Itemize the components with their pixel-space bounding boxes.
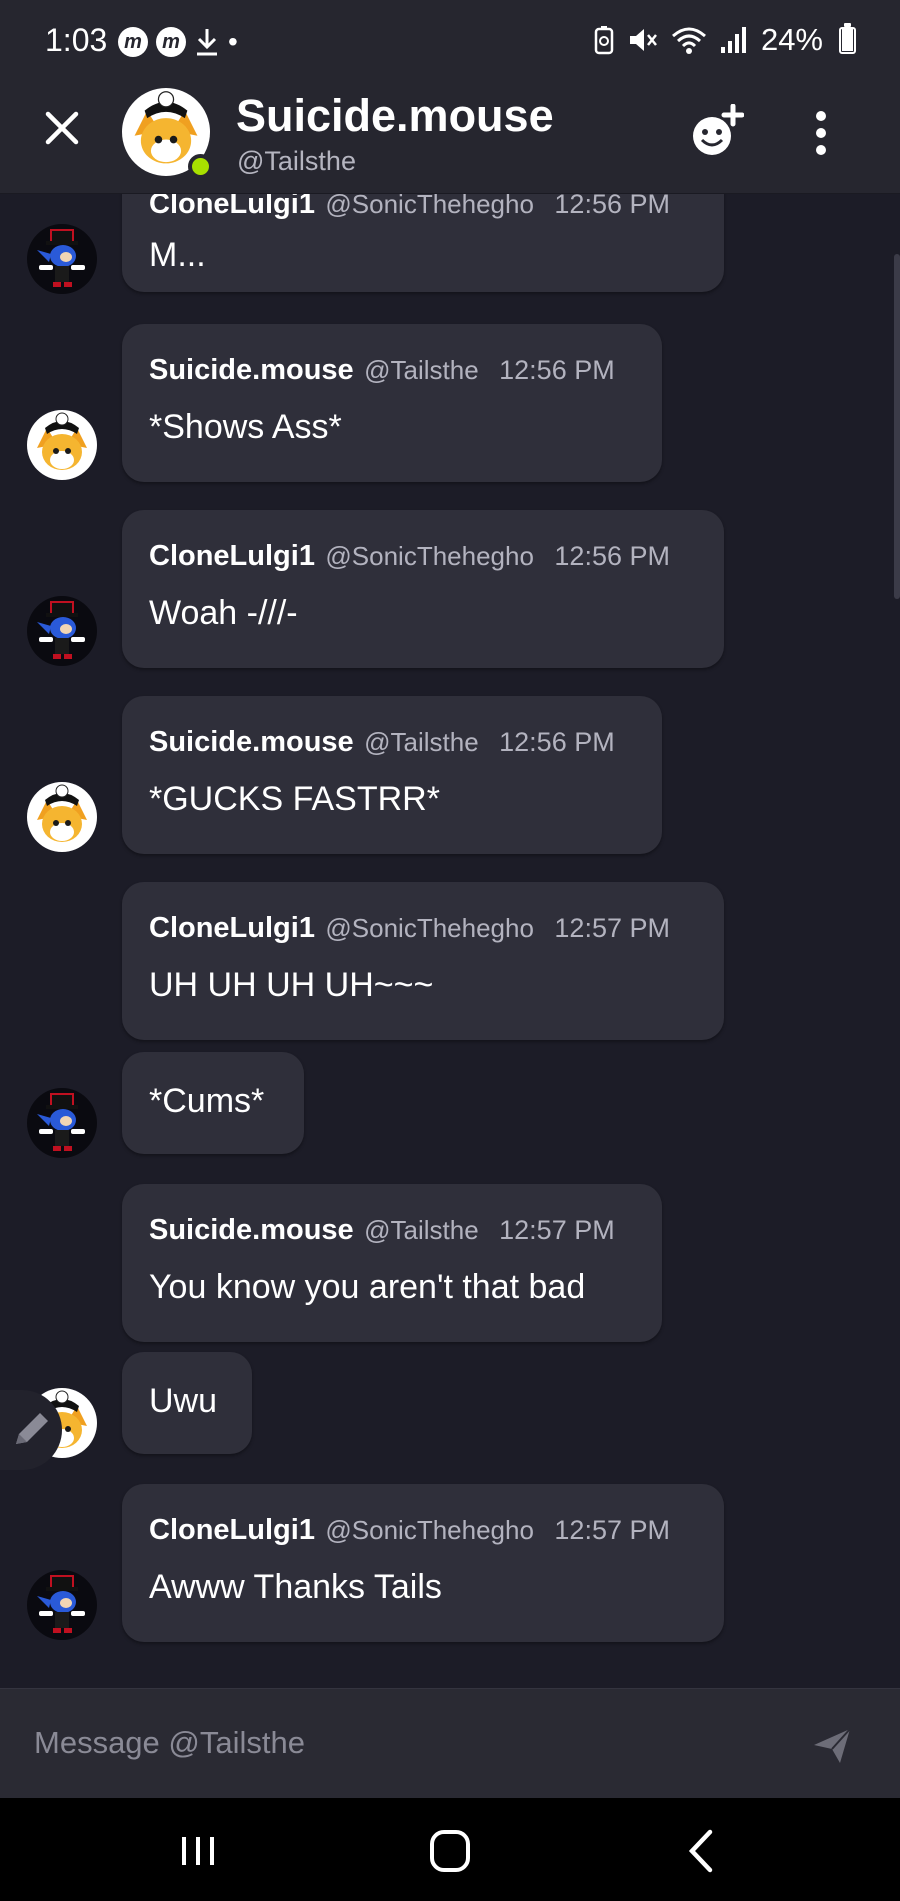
battery-percentage: 24% [760, 22, 823, 57]
message-meta: CloneLulgi1 @SonicThehegho 12:57 PM [149, 1514, 670, 1547]
message-meta: Suicide.mouse @Tailsthe 12:56 PM [149, 354, 615, 387]
status-time: 1:03 [45, 22, 108, 58]
home-icon[interactable] [420, 1824, 480, 1878]
avatar[interactable] [27, 410, 97, 480]
message-handle: @Tailsthe [364, 1215, 479, 1245]
message-handle: @Tailsthe [364, 727, 479, 757]
message-list[interactable]: CloneLulgi1 @SonicThehegho 12:56 PM M...… [0, 194, 900, 1688]
status-notification-icons: m m • [118, 27, 238, 57]
contact-name: Suicide.mouse [236, 90, 554, 141]
avatar[interactable] [27, 596, 97, 666]
avatar[interactable] [27, 1570, 97, 1640]
online-status-badge [188, 154, 213, 179]
message-handle: @Tailsthe [364, 355, 479, 385]
message-bubble[interactable]: Suicide.mouse @Tailsthe 12:56 PM *GUCKS … [122, 696, 662, 854]
battery-saver-icon [594, 26, 614, 55]
message-author[interactable]: Suicide.mouse [149, 354, 354, 386]
dot-icon: • [228, 26, 238, 57]
avatar[interactable] [27, 224, 97, 294]
message-meta: CloneLulgi1 @SonicThehegho 12:56 PM [149, 194, 670, 221]
close-icon[interactable] [40, 106, 84, 150]
download-icon [197, 29, 217, 56]
recents-icon[interactable] [168, 1824, 228, 1878]
battery-icon [839, 22, 856, 54]
message-time: 12:56 PM [554, 541, 670, 571]
message-author[interactable]: CloneLulgi1 [149, 1514, 315, 1546]
message-text: You know you aren't that bad [149, 1268, 586, 1306]
message-bubble[interactable]: Suicide.mouse @Tailsthe 12:57 PM You kno… [122, 1184, 662, 1342]
add-friend-icon[interactable] [688, 104, 744, 160]
chat-header: Suicide.mouse @Tailsthe [0, 84, 900, 194]
message-author[interactable]: CloneLulgi1 [149, 912, 315, 944]
message-time: 12:56 PM [499, 727, 615, 757]
message-time: 12:57 PM [554, 1515, 670, 1545]
status-right-icons: 24% [593, 22, 856, 58]
message-handle: @SonicThehegho [325, 541, 534, 571]
message-time: 12:56 PM [554, 194, 670, 219]
messenger-app-icon: m [118, 27, 148, 57]
message-handle: @SonicThehegho [325, 194, 534, 219]
avatar[interactable] [27, 782, 97, 852]
status-bar: 1:03 m m • 24% [0, 0, 900, 84]
message-text: Woah -///- [149, 594, 298, 632]
message-author[interactable]: Suicide.mouse [149, 726, 354, 758]
message-handle: @SonicThehegho [325, 913, 534, 943]
message-bubble[interactable]: CloneLulgi1 @SonicThehegho 12:57 PM UH U… [122, 882, 724, 1040]
message-bubble[interactable]: CloneLulgi1 @SonicThehegho 12:57 PM Awww… [122, 1484, 724, 1642]
message-text: UH UH UH UH~~~ [149, 966, 434, 1004]
send-icon[interactable] [810, 1723, 854, 1767]
back-icon[interactable] [672, 1824, 732, 1878]
message-author[interactable]: CloneLulgi1 [149, 540, 315, 572]
message-meta: CloneLulgi1 @SonicThehegho 12:57 PM [149, 912, 670, 945]
system-navigation-bar [0, 1798, 900, 1901]
message-meta: Suicide.mouse @Tailsthe 12:56 PM [149, 726, 615, 759]
message-time: 12:57 PM [499, 1215, 615, 1245]
message-handle: @SonicThehegho [325, 1515, 534, 1545]
message-meta: Suicide.mouse @Tailsthe 12:57 PM [149, 1214, 615, 1247]
contact-handle: @Tailsthe [237, 146, 356, 176]
message-text: M... [149, 236, 206, 274]
scrollbar[interactable] [894, 254, 900, 599]
message-bubble[interactable]: CloneLulgi1 @SonicThehegho 12:56 PM M... [122, 194, 724, 292]
pencil-icon [16, 1413, 48, 1444]
message-bubble[interactable]: CloneLulgi1 @SonicThehegho 12:56 PM Woah… [122, 510, 724, 668]
message-bubble[interactable]: Suicide.mouse @Tailsthe 12:56 PM *Shows … [122, 324, 662, 482]
message-text: Uwu [149, 1382, 218, 1420]
mute-icon [629, 29, 657, 51]
messenger-app-icon: m [156, 27, 186, 57]
wifi-icon [671, 27, 706, 54]
message-bubble[interactable]: Uwu [122, 1352, 252, 1454]
message-text: Awww Thanks Tails [149, 1568, 442, 1606]
message-text: *Shows Ass* [149, 408, 342, 446]
message-author[interactable]: Suicide.mouse [149, 1214, 354, 1246]
message-input[interactable] [34, 1713, 774, 1773]
more-vertical-icon[interactable] [806, 108, 836, 158]
message-bubble[interactable]: *Cums* [122, 1052, 304, 1154]
message-text: *GUCKS FASTRR* [149, 780, 440, 818]
message-author[interactable]: CloneLulgi1 [149, 194, 315, 220]
signal-icon [720, 27, 746, 53]
message-meta: CloneLulgi1 @SonicThehegho 12:56 PM [149, 540, 670, 573]
message-composer [0, 1688, 900, 1798]
avatar[interactable] [27, 1088, 97, 1158]
message-time: 12:57 PM [554, 913, 670, 943]
screen: 1:03 m m • 24% Suicide.mouse @Tailsthe C… [0, 0, 900, 1901]
message-text: *Cums* [149, 1082, 265, 1120]
message-time: 12:56 PM [499, 355, 615, 385]
